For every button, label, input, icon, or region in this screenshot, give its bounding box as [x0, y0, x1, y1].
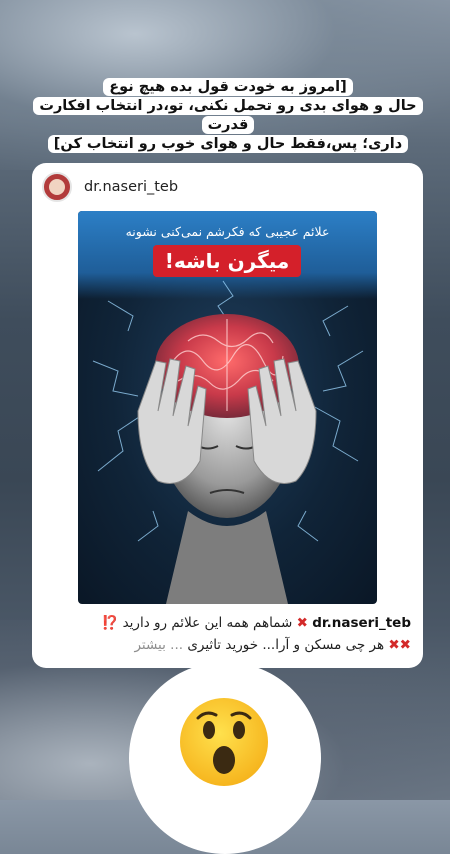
- caption-username[interactable]: dr.naseri_teb: [312, 615, 411, 631]
- post-image[interactable]: علائم عجیبی که فکرشم نمی‌کنی نشونه میگرن…: [78, 211, 377, 604]
- exclamation-question-icon: ⁉️: [101, 615, 119, 631]
- headache-illustration: [92, 280, 364, 604]
- caption-line-2: ✖✖ هر چی مسکن و آرا... خورید تاثیری ... …: [44, 634, 411, 656]
- story-text-line-3: داری؛ پس،فقط حال و هوای خوب رو انتخاب کن…: [47, 135, 409, 153]
- story-text-overlay: [امروز به خودت قول بده هیچ نوع حال و هوا…: [26, 78, 430, 154]
- surprised-face-icon[interactable]: [178, 696, 270, 788]
- shared-post-card[interactable]: dr.naseri_teb علائم عجیبی که فکرشم نمی‌ک…: [32, 163, 423, 668]
- see-more-link[interactable]: ... بیشتر: [134, 637, 183, 653]
- caption-text-2: هر چی مسکن و آرا... خورید تاثیری: [187, 637, 385, 653]
- caption-line-1: dr.naseri_teb ✖ شماهم همه این علائم رو د…: [44, 612, 411, 634]
- red-x-icon: ✖✖: [388, 637, 411, 653]
- post-username[interactable]: dr.naseri_teb: [84, 179, 178, 195]
- story-text-line-2: حال و هوای بدی رو تحمل نکنی، تو،در انتخا…: [33, 97, 423, 134]
- story-text-line-1: [امروز به خودت قول بده هیچ نوع: [103, 78, 353, 96]
- post-header[interactable]: dr.naseri_teb: [32, 163, 423, 211]
- red-x-icon: ✖: [296, 615, 308, 631]
- post-caption[interactable]: dr.naseri_teb ✖ شماهم همه این علائم رو د…: [32, 612, 423, 656]
- avatar[interactable]: [42, 172, 72, 202]
- caption-text-1: شماهم همه این علائم رو دارید: [122, 615, 293, 631]
